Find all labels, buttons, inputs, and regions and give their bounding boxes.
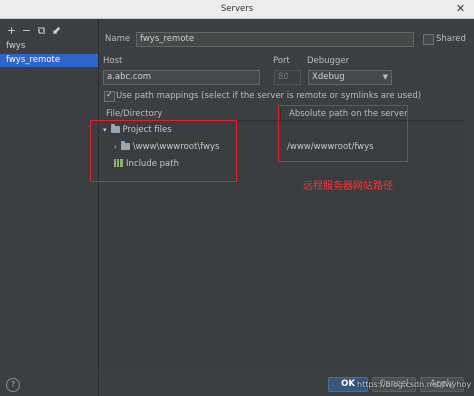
shared-label: Shared [436,34,466,44]
host-label: Host [103,56,123,66]
host-field[interactable]: a.abc.com [103,70,260,85]
server-item-fwys-remote[interactable]: fwys_remote [0,54,98,67]
window-title: Servers [220,4,254,14]
add-icon[interactable]: + [6,25,17,36]
edit-icon[interactable]: ⬋ [51,25,62,36]
debugger-value: Xdebug [312,72,345,82]
copy-icon[interactable]: ⧉ [36,25,47,36]
debugger-label: Debugger [307,56,350,66]
chevron-down-icon: ▼ [382,73,388,81]
port-field[interactable]: 80 [274,70,301,85]
debugger-select[interactable]: Xdebug ▼ [308,70,392,85]
name-field[interactable]: fwys_remote [136,32,414,47]
remove-icon[interactable]: − [21,25,32,36]
use-path-mappings-checkbox[interactable] [104,90,115,102]
watermark: https://blog.csdn.net/fwyhoy [357,380,472,389]
title-bar: Servers ✕ [0,0,474,19]
server-toolbar: + − ⧉ ⬋ [6,25,62,37]
annotation-box-local [90,120,237,182]
close-icon[interactable]: ✕ [453,1,468,16]
port-label: Port [273,56,290,66]
use-path-mappings-label: Use path mappings (select if the server … [116,91,422,101]
server-list-pane: + − ⧉ ⬋ fwys fwys_remote ? [0,19,99,396]
annotation-text: 远程服务器网站路径 [303,181,393,192]
server-item-fwys[interactable]: fwys [0,40,98,53]
shared-checkbox[interactable] [423,34,434,45]
help-icon[interactable]: ? [6,378,20,392]
col-file-directory: File/Directory [106,109,163,119]
annotation-box-server [278,105,408,162]
name-label: Name [105,34,131,44]
